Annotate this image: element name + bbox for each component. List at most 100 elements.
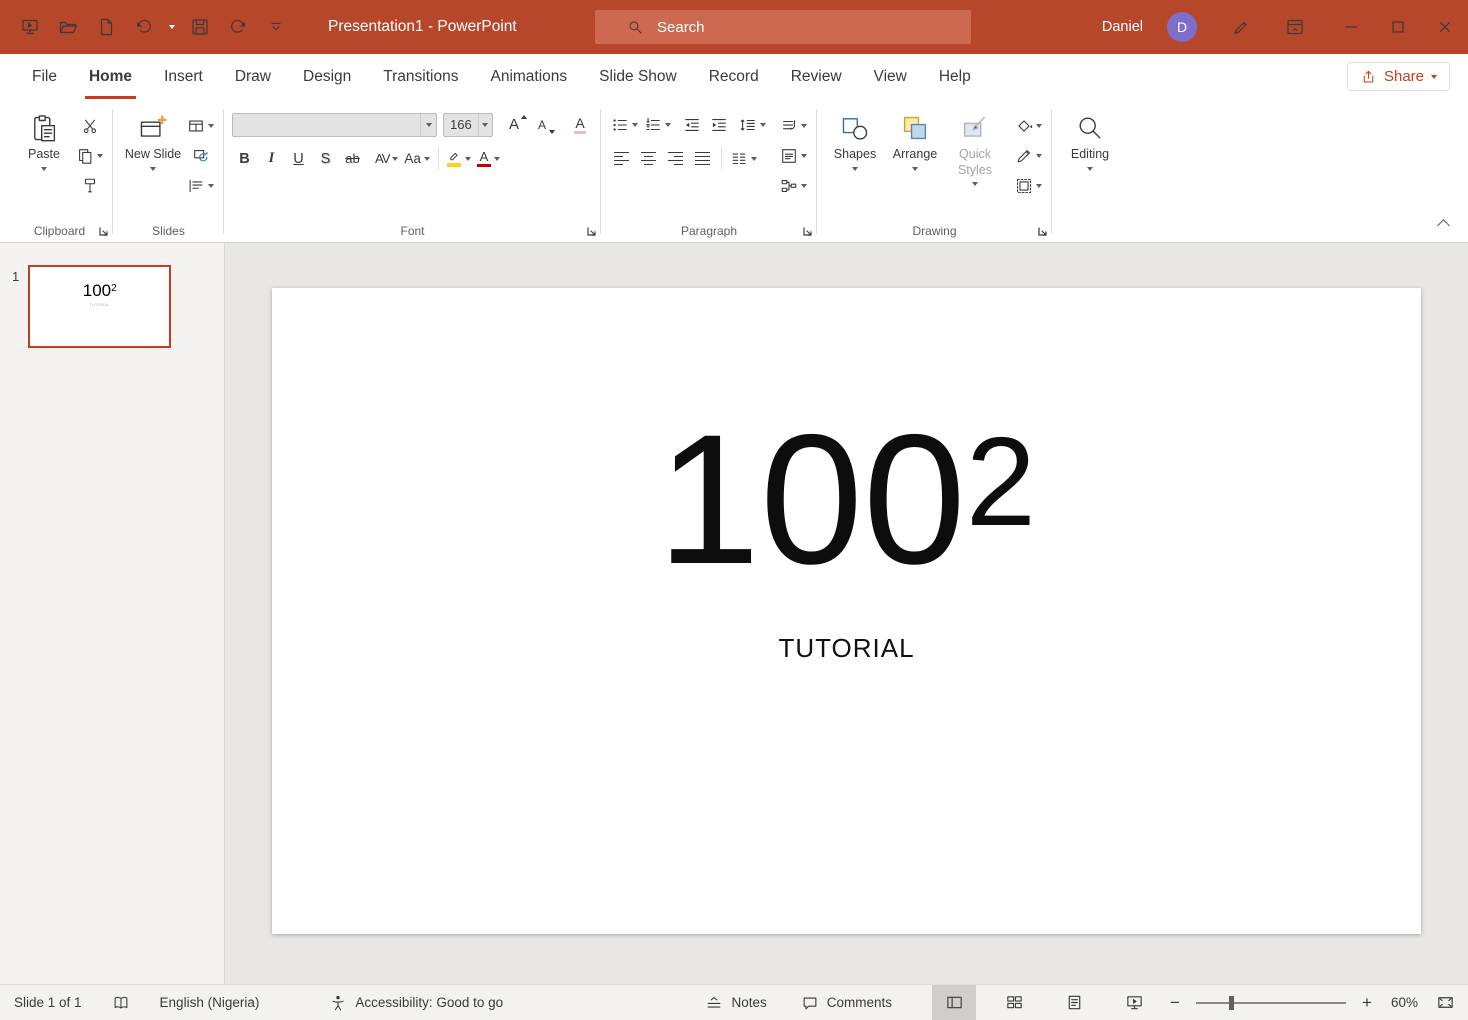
font-name-dropdown[interactable] xyxy=(420,114,436,136)
comments-button[interactable]: Comments xyxy=(801,994,892,1012)
align-left-button[interactable] xyxy=(609,146,634,171)
tab-review[interactable]: Review xyxy=(775,54,858,99)
slide-title[interactable]: 1002 xyxy=(272,288,1421,597)
strikethrough-button[interactable]: ab xyxy=(340,146,365,171)
save-button[interactable] xyxy=(182,9,218,45)
view-slideshow-button[interactable] xyxy=(1112,985,1156,1020)
qat-customize-button[interactable] xyxy=(258,9,294,45)
shape-effects-button[interactable] xyxy=(1013,173,1044,198)
accessibility-status-button[interactable]: Accessibility: Good to go xyxy=(329,994,503,1012)
paragraph-dialog-launcher[interactable] xyxy=(802,226,813,237)
convert-to-smartart-button[interactable] xyxy=(778,173,809,198)
spellcheck-status-button[interactable] xyxy=(112,994,130,1012)
new-file-button[interactable] xyxy=(88,9,124,45)
copy-button[interactable] xyxy=(74,143,105,168)
fit-to-window-button[interactable] xyxy=(1428,985,1462,1020)
zoom-slider[interactable] xyxy=(1196,1002,1346,1004)
undo-button[interactable] xyxy=(126,9,162,45)
pen-inking-button[interactable] xyxy=(1223,9,1259,45)
columns-button[interactable] xyxy=(728,146,759,171)
text-direction-button[interactable] xyxy=(778,113,809,138)
minimize-button[interactable] xyxy=(1327,0,1374,54)
align-center-button[interactable] xyxy=(636,146,661,171)
maximize-button[interactable] xyxy=(1374,0,1421,54)
tab-home[interactable]: Home xyxy=(73,54,148,99)
format-painter-button[interactable] xyxy=(74,173,105,198)
font-size-dropdown[interactable] xyxy=(478,114,492,136)
user-name[interactable]: Daniel xyxy=(1102,19,1143,35)
search-input[interactable]: Search xyxy=(595,10,971,44)
view-slide-sorter-button[interactable] xyxy=(992,985,1036,1020)
zoom-percentage-button[interactable]: 60% xyxy=(1380,995,1428,1010)
shape-fill-button[interactable] xyxy=(1013,113,1044,138)
slide-subtitle[interactable]: TUTORIAL xyxy=(272,633,1421,664)
tab-insert[interactable]: Insert xyxy=(148,54,219,99)
ribbon-display-options-button[interactable] xyxy=(1277,9,1313,45)
zoom-out-button[interactable]: − xyxy=(1162,985,1188,1020)
tab-animations[interactable]: Animations xyxy=(474,54,583,99)
slide-indicator[interactable]: Slide 1 of 1 xyxy=(14,995,82,1010)
italic-button[interactable]: I xyxy=(259,146,284,171)
clipboard-dialog-launcher[interactable] xyxy=(98,226,109,237)
character-spacing-button[interactable]: AV xyxy=(373,146,400,171)
bold-button[interactable]: B xyxy=(232,146,257,171)
tab-design[interactable]: Design xyxy=(287,54,367,99)
align-text-button[interactable] xyxy=(778,143,809,168)
shrink-font-button[interactable]: A xyxy=(529,112,555,137)
cut-button[interactable] xyxy=(74,113,105,138)
clear-formatting-button[interactable]: A xyxy=(567,112,593,137)
slide-thumbnail[interactable]: 1002 TUTORIAL xyxy=(28,265,171,348)
font-name-combobox[interactable] xyxy=(232,113,437,137)
share-button[interactable]: Share xyxy=(1347,62,1450,91)
collapse-ribbon-button[interactable] xyxy=(1432,216,1454,234)
font-size-combobox[interactable]: 166 xyxy=(443,113,493,137)
tab-slide-show[interactable]: Slide Show xyxy=(583,54,693,99)
bullets-button[interactable] xyxy=(609,112,640,137)
quick-styles-button[interactable]: Quick Styles xyxy=(945,105,1005,207)
arrange-icon xyxy=(900,113,930,143)
start-slideshow-button[interactable] xyxy=(12,9,48,45)
view-normal-button[interactable] xyxy=(932,985,976,1020)
shape-outline-button[interactable] xyxy=(1013,143,1044,168)
highlight-color-button[interactable] xyxy=(445,146,473,171)
undo-menu-chevron[interactable] xyxy=(164,9,180,45)
numbering-button[interactable] xyxy=(642,112,673,137)
underline-button[interactable]: U xyxy=(286,146,311,171)
arrange-button[interactable]: Arrange xyxy=(885,105,945,207)
align-right-button[interactable] xyxy=(663,146,688,171)
increase-indent-button[interactable] xyxy=(706,112,731,137)
line-spacing-button[interactable] xyxy=(737,112,768,137)
open-button[interactable] xyxy=(50,9,86,45)
slide-canvas[interactable]: 1002 TUTORIAL xyxy=(272,288,1421,934)
avatar[interactable]: D xyxy=(1167,12,1197,42)
notes-button[interactable]: Notes xyxy=(705,994,766,1012)
drawing-dialog-launcher[interactable] xyxy=(1037,226,1048,237)
font-dialog-launcher[interactable] xyxy=(586,226,597,237)
section-button[interactable] xyxy=(185,173,216,198)
change-case-button[interactable]: Aa xyxy=(402,146,432,171)
slide-layout-button[interactable] xyxy=(185,113,216,138)
paste-button[interactable]: Paste xyxy=(14,105,74,207)
editing-button[interactable]: Editing xyxy=(1060,105,1120,207)
tab-help[interactable]: Help xyxy=(923,54,987,99)
close-button[interactable] xyxy=(1421,0,1468,54)
decrease-indent-button[interactable] xyxy=(679,112,704,137)
zoom-slider-thumb[interactable] xyxy=(1229,996,1234,1010)
shapes-button[interactable]: Shapes xyxy=(825,105,885,207)
tab-record[interactable]: Record xyxy=(693,54,775,99)
redo-button[interactable] xyxy=(220,9,256,45)
drawing-group: Shapes Arrange Quick Styles xyxy=(817,101,1052,242)
tab-file[interactable]: File xyxy=(16,54,73,99)
language-button[interactable]: English (Nigeria) xyxy=(160,995,260,1010)
new-slide-button[interactable]: New Slide xyxy=(121,105,185,207)
tab-draw[interactable]: Draw xyxy=(219,54,287,99)
view-reading-button[interactable] xyxy=(1052,985,1096,1020)
grow-font-button[interactable]: A xyxy=(501,112,527,137)
justify-button[interactable] xyxy=(690,146,715,171)
reset-slide-button[interactable] xyxy=(185,143,216,168)
text-shadow-button[interactable]: S xyxy=(313,146,338,171)
zoom-in-button[interactable]: + xyxy=(1354,985,1380,1020)
tab-transitions[interactable]: Transitions xyxy=(367,54,474,99)
tab-view[interactable]: View xyxy=(858,54,923,99)
font-color-button[interactable]: A xyxy=(475,146,502,171)
